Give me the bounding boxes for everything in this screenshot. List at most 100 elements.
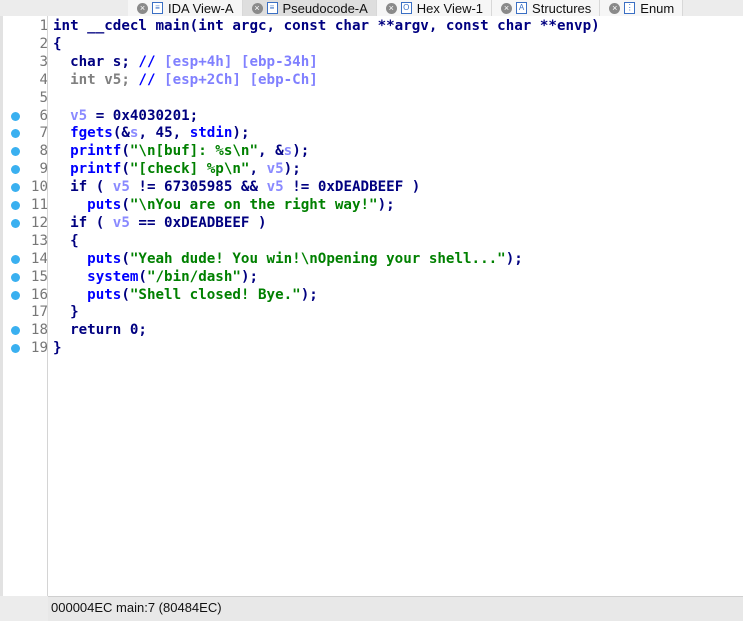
code-token-kw [53, 269, 87, 285]
hex-icon: O [400, 2, 412, 14]
tab-ida-view-a[interactable]: × ≡ IDA View-A [128, 0, 243, 16]
code-token-kw [53, 251, 87, 267]
breakpoint-dot-icon[interactable] [11, 165, 20, 175]
code-token-kw: ); [232, 125, 250, 142]
code-token-kw: ); [505, 250, 523, 267]
code-token-kw: , & [258, 143, 284, 160]
code-text: printf("\n[buf]: %s\n", &s); [53, 142, 309, 160]
code-line[interactable]: 11 puts("\nYou are on the right way!"); [3, 196, 743, 214]
code-token-kw [53, 125, 70, 141]
code-line[interactable]: 10 if ( v5 != 67305985 && v5 != 0xDEADBE… [3, 178, 743, 196]
breakpoint-dot-icon[interactable] [11, 218, 20, 228]
code-line[interactable]: 16 puts("Shell closed! Bye."); [3, 286, 743, 304]
code-text: system("/bin/dash"); [53, 268, 258, 286]
code-token-str: "[check] %p\n" [129, 161, 250, 178]
code-line[interactable]: 12 if ( v5 == 0xDEADBEEF ) [3, 214, 743, 232]
code-text: { [53, 35, 62, 53]
pseudocode-editor[interactable]: 1 int __cdecl main(int argc, const char *… [0, 16, 743, 596]
code-line[interactable]: 14 puts("Yeah dude! You win!\nOpening yo… [3, 250, 743, 268]
code-token-kw [53, 108, 70, 124]
code-token-kw: { [53, 232, 79, 249]
code-token-kw: if ( [53, 179, 113, 196]
code-text: char s; // [esp+4h] [ebp-34h] [53, 53, 318, 71]
listing-icon: ≡ [266, 2, 278, 14]
breakpoint-dot-icon[interactable] [11, 201, 20, 210]
code-text: } [53, 339, 62, 357]
code-token-str: "/bin/dash" [146, 268, 241, 285]
breakpoint-dot-icon[interactable] [11, 111, 20, 121]
code-token-gray: int v5; [53, 71, 139, 88]
code-line[interactable]: 7 fgets(&s, 45, stdin); [3, 124, 743, 142]
close-icon[interactable]: × [609, 2, 621, 14]
code-token-kw: char s; [53, 53, 139, 70]
code-token-cmt2: [esp+2Ch] [ebp-Ch] [164, 71, 318, 88]
close-icon[interactable]: × [251, 2, 263, 14]
breakpoint-dot-icon[interactable] [11, 272, 20, 282]
tab-pseudocode-a[interactable]: × ≡ Pseudocode-A [242, 0, 377, 16]
code-token-kw: { [53, 35, 62, 52]
status-bar: 000004EC main:7 (80484EC) [48, 596, 743, 621]
code-token-fn: stdin [189, 125, 233, 142]
code-token-kw: , 45, [138, 125, 190, 142]
code-token-kw: ); [377, 197, 395, 213]
code-line[interactable]: 4 int v5; // [esp+2Ch] [ebp-Ch] [3, 71, 743, 89]
code-line[interactable]: 3 char s; // [esp+4h] [ebp-34h] [3, 53, 743, 71]
code-line[interactable]: 1 int __cdecl main(int argc, const char *… [3, 17, 743, 35]
code-line[interactable]: 2{ [3, 35, 743, 53]
breakpoint-dot-icon[interactable] [11, 326, 20, 336]
code-token-kw: != 67305985 && [129, 179, 267, 196]
tab-label: IDA View-A [168, 0, 234, 16]
code-token-var: v5 [266, 179, 284, 196]
code-token-kw: } [53, 340, 62, 357]
line-number: 1 [39, 18, 48, 34]
tab-label: Enum [640, 0, 675, 16]
code-line[interactable]: 19} [3, 339, 743, 357]
code-text: v5 = 0x4030201; [53, 107, 198, 125]
code-token-kw: ); [240, 268, 259, 285]
tab-structures[interactable]: × A Structures [492, 0, 601, 16]
code-token-kw: } [53, 304, 79, 321]
code-line[interactable]: 9 printf("[check] %p\n", v5); [3, 160, 743, 178]
code-token-str: "Shell closed! Bye." [129, 286, 301, 303]
code-text: printf("[check] %p\n", v5); [53, 160, 301, 178]
code-line[interactable]: 13 { [3, 232, 743, 250]
code-token-kw: ( [121, 286, 130, 303]
code-token-kw: return 0; [53, 322, 147, 339]
code-line[interactable]: 17 } [3, 303, 743, 321]
line-number: 6 [39, 107, 48, 124]
line-number: 18 [30, 322, 48, 339]
breakpoint-dot-icon[interactable] [11, 344, 20, 354]
code-line[interactable]: 8 printf("\n[buf]: %s\n", &s); [3, 142, 743, 160]
breakpoint-dot-icon[interactable] [11, 129, 20, 139]
tab-hex-view-1[interactable]: × O Hex View-1 [376, 0, 493, 16]
code-token-kw: (& [112, 125, 130, 142]
close-icon[interactable]: × [385, 2, 397, 14]
code-token-var: v5 [112, 214, 130, 231]
breakpoint-dot-icon[interactable] [11, 183, 20, 193]
code-token-cmt: // [138, 53, 165, 70]
breakpoint-dot-icon[interactable] [11, 147, 20, 157]
line-number: 7 [39, 125, 48, 142]
code-token-str: "\n[buf]: %s\n" [129, 143, 259, 160]
code-line[interactable]: 18 return 0; [3, 321, 743, 339]
code-line[interactable]: 5 [3, 89, 743, 107]
code-token-kw: == 0xDEADBEEF ) [129, 214, 267, 231]
breakpoint-dot-icon[interactable] [11, 290, 20, 300]
close-icon[interactable]: × [501, 2, 513, 14]
code-line[interactable]: 15 system("/bin/dash"); [3, 268, 743, 286]
code-token-kw: , [249, 161, 267, 178]
close-icon[interactable]: × [137, 2, 148, 14]
code-line[interactable]: 6 v5 = 0x4030201; [3, 107, 743, 125]
listing-icon: ≡ [152, 2, 163, 14]
code-token-kw: ( [121, 250, 130, 267]
line-number: 16 [30, 286, 48, 303]
structure-icon: A [516, 2, 528, 14]
code-token-kw: ); [283, 161, 301, 178]
code-text: puts("\nYou are on the right way!"); [53, 196, 395, 214]
tab-enum[interactable]: × ⋮ Enum [600, 0, 684, 16]
code-token-var: v5 [112, 179, 130, 196]
code-token-kw: != 0xDEADBEEF ) [283, 179, 421, 196]
line-number: 8 [39, 143, 48, 160]
tab-bar: × ≡ IDA View-A × ≡ Pseudocode-A × O Hex View-1 × A… [0, 0, 743, 16]
breakpoint-dot-icon[interactable] [11, 254, 20, 264]
